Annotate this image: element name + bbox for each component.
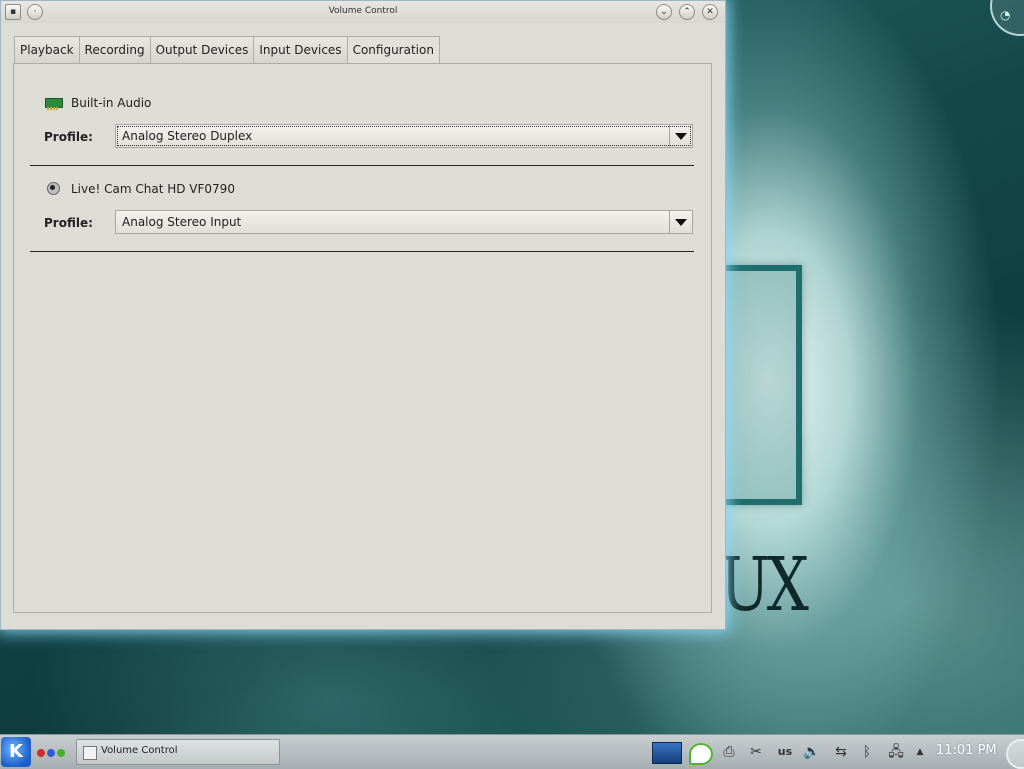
- card-header: Live! Cam Chat HD VF0790: [44, 180, 235, 198]
- tray-expand-arrow-icon[interactable]: ▲: [914, 741, 926, 763]
- activity-red-icon[interactable]: [37, 749, 45, 757]
- card-separator: [30, 251, 694, 252]
- card-name: Built-in Audio: [71, 96, 152, 110]
- dropdown-arrow-icon[interactable]: [669, 125, 692, 147]
- profile-label: Profile:: [44, 130, 93, 144]
- tab-output-devices[interactable]: Output Devices: [149, 36, 255, 63]
- profile-select-live-cam[interactable]: Analog Stereo Input: [115, 210, 693, 234]
- volume-control-app-icon: [83, 746, 97, 760]
- panel-toolbox-icon[interactable]: [1006, 739, 1024, 769]
- desktop-pager-icon[interactable]: [652, 742, 682, 764]
- close-button[interactable]: ✕: [702, 4, 718, 20]
- webcam-icon: [44, 181, 62, 197]
- tab-bar: Playback Recording Output Devices Input …: [14, 36, 440, 64]
- card-header: Built-in Audio: [44, 94, 151, 112]
- printer-icon[interactable]: ⎙: [718, 741, 740, 763]
- device-notifier-icon[interactable]: ⇆: [829, 741, 853, 763]
- card-name: Live! Cam Chat HD VF0790: [71, 182, 235, 196]
- taskbar: K Volume Control ⎙ ✂ us 🔊 ⇆ ᛒ 🖧 ▲ 11:01 …: [0, 734, 1024, 769]
- dropdown-arrow-icon[interactable]: [669, 211, 692, 233]
- keyboard-layout-indicator[interactable]: us: [776, 741, 794, 763]
- card-separator: [30, 165, 694, 166]
- profile-label: Profile:: [44, 216, 93, 230]
- activity-green-icon[interactable]: [57, 749, 65, 757]
- card-live-cam: Live! Cam Chat HD VF0790 Profile: Analog…: [30, 180, 694, 240]
- task-label: Volume Control: [101, 745, 178, 756]
- activity-blue-icon[interactable]: [47, 749, 55, 757]
- application-launcher-icon[interactable]: K: [1, 737, 31, 767]
- window-title: Volume Control: [328, 6, 398, 16]
- profile-select-built-in-audio[interactable]: Analog Stereo Duplex: [115, 124, 693, 148]
- tab-recording[interactable]: Recording: [78, 36, 151, 63]
- clock[interactable]: 11:01 PM: [936, 743, 997, 758]
- profile-select-value: Analog Stereo Duplex: [122, 129, 253, 143]
- tab-input-devices[interactable]: Input Devices: [253, 36, 348, 63]
- update-notifier-icon[interactable]: [689, 743, 713, 765]
- desktop-toolbox-icon[interactable]: ◔: [990, 0, 1024, 36]
- profile-select-value: Analog Stereo Input: [122, 215, 242, 229]
- bluetooth-icon[interactable]: ᛒ: [858, 741, 876, 763]
- tab-configuration[interactable]: Configuration: [346, 36, 440, 64]
- clipboard-scissors-icon[interactable]: ✂: [746, 741, 766, 763]
- configuration-panel: Built-in Audio Profile: Analog Stereo Du…: [13, 63, 712, 613]
- audio-card-icon: [44, 95, 63, 111]
- network-icon[interactable]: 🖧: [884, 741, 908, 763]
- maximize-button[interactable]: ⌃: [679, 4, 695, 20]
- volume-icon[interactable]: 🔊: [800, 741, 824, 763]
- tab-playback[interactable]: Playback: [14, 36, 80, 63]
- wallpaper-logo-text: UX: [720, 542, 809, 628]
- window-titlebar[interactable]: ▪ · Volume Control ⌄ ⌃ ✕: [1, 1, 725, 23]
- minimize-button[interactable]: ⌄: [656, 4, 672, 20]
- volume-control-window: ▪ · Volume Control ⌄ ⌃ ✕ Playback Record…: [0, 0, 726, 630]
- taskbar-task-volume-control[interactable]: Volume Control: [76, 739, 280, 765]
- card-built-in-audio: Built-in Audio Profile: Analog Stereo Du…: [30, 94, 694, 154]
